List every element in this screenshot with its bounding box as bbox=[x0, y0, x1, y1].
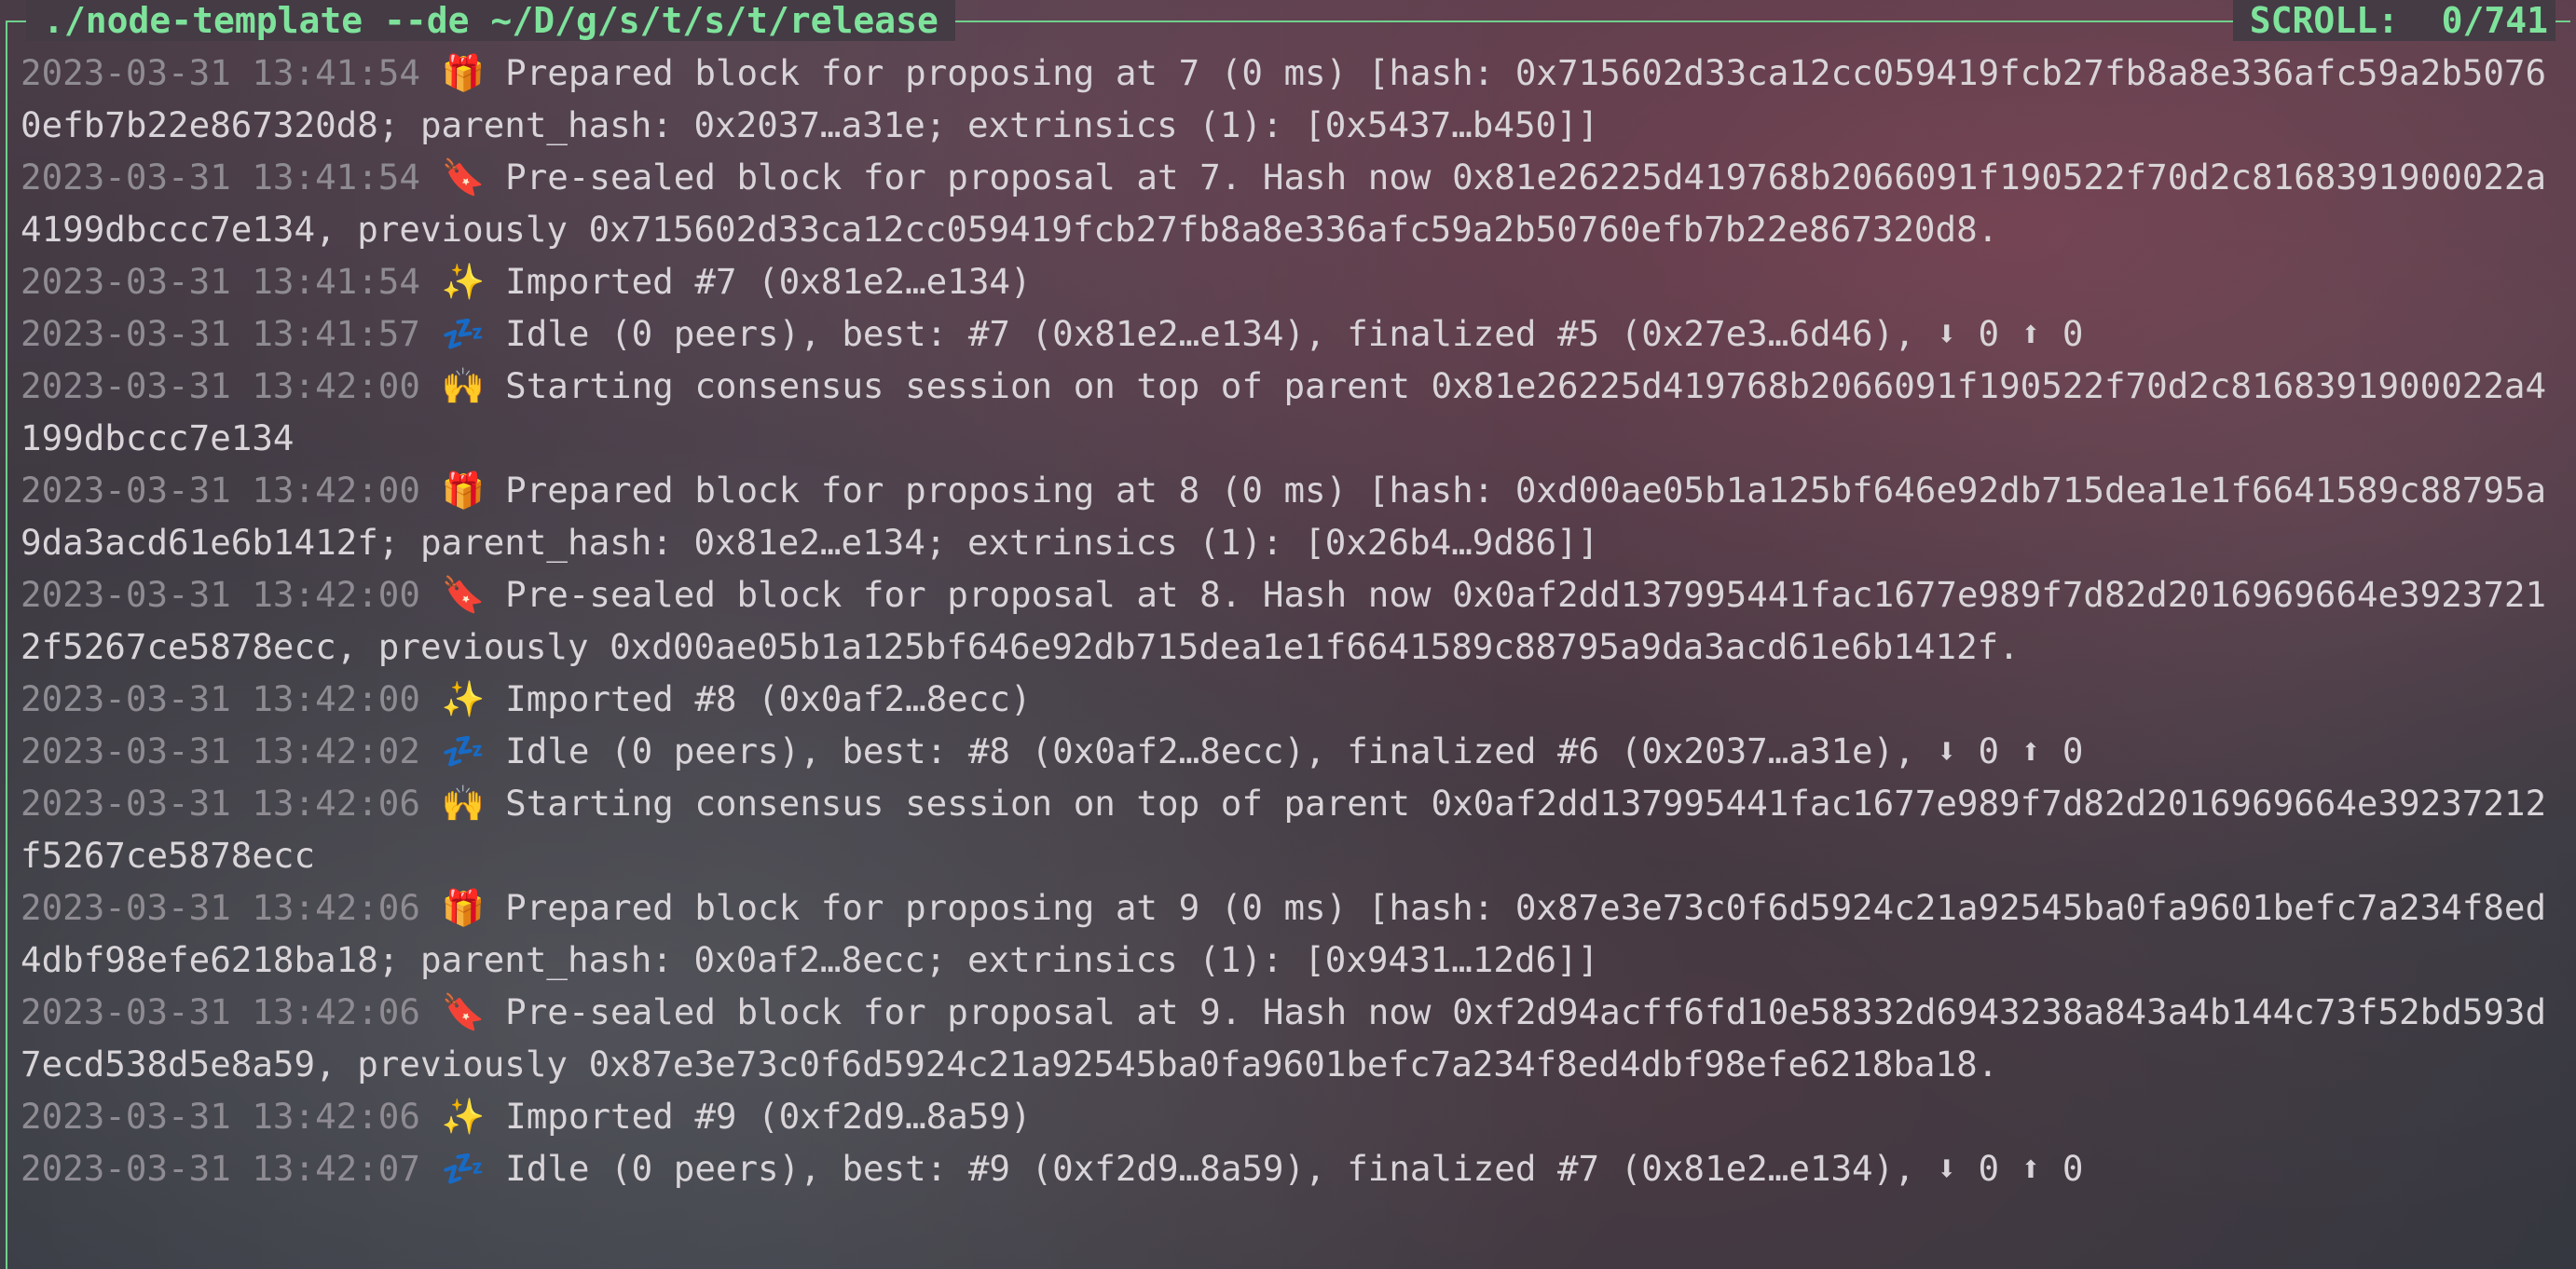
zzz-icon: 💤 bbox=[441, 730, 486, 771]
log-line: 2023-03-31 13:41:54 ✨ Imported #7 (0x81e… bbox=[21, 255, 2565, 307]
log-message: Imported #8 (0x0af2…8ecc) bbox=[505, 678, 1032, 719]
log-line: 2023-03-31 13:42:06 🙌 Starting consensus… bbox=[21, 777, 2565, 881]
log-line: 2023-03-31 13:42:06 ✨ Imported #9 (0xf2d… bbox=[21, 1090, 2565, 1142]
log-timestamp: 2023-03-31 13:42:06 bbox=[21, 887, 420, 928]
gift-icon: 🎁 bbox=[441, 887, 486, 928]
gift-icon: 🎁 bbox=[441, 470, 486, 511]
log-line: 2023-03-31 13:42:07 💤 Idle (0 peers), be… bbox=[21, 1142, 2565, 1194]
log-timestamp: 2023-03-31 13:42:02 bbox=[21, 730, 420, 771]
log-timestamp: 2023-03-31 13:42:07 bbox=[21, 1148, 420, 1189]
log-timestamp: 2023-03-31 13:41:57 bbox=[21, 313, 420, 354]
log-line: 2023-03-31 13:42:06 🎁 Prepared block for… bbox=[21, 881, 2565, 986]
log-timestamp: 2023-03-31 13:42:00 bbox=[21, 678, 420, 719]
log-timestamp: 2023-03-31 13:41:54 bbox=[21, 157, 420, 198]
log-line: 2023-03-31 13:42:00 🙌 Starting consensus… bbox=[21, 360, 2565, 464]
log-timestamp: 2023-03-31 13:42:00 bbox=[21, 365, 420, 406]
log-timestamp: 2023-03-31 13:42:06 bbox=[21, 783, 420, 824]
raised-hands-icon: 🙌 bbox=[441, 365, 486, 406]
log-timestamp: 2023-03-31 13:42:06 bbox=[21, 1096, 420, 1137]
gift-icon: 🎁 bbox=[441, 52, 486, 93]
log-timestamp: 2023-03-31 13:41:54 bbox=[21, 261, 420, 302]
stamp-icon: 🔖 bbox=[441, 157, 486, 198]
raised-hands-icon: 🙌 bbox=[441, 783, 486, 824]
zzz-icon: 💤 bbox=[441, 313, 486, 354]
log-timestamp: 2023-03-31 13:42:00 bbox=[21, 574, 420, 615]
log-timestamp: 2023-03-31 13:42:00 bbox=[21, 470, 420, 511]
log-line: 2023-03-31 13:42:02 💤 Idle (0 peers), be… bbox=[21, 725, 2565, 777]
log-timestamp: 2023-03-31 13:41:54 bbox=[21, 52, 420, 93]
sparkles-icon: ✨ bbox=[441, 678, 486, 719]
log-output[interactable]: 2023-03-31 13:41:54 🎁 Prepared block for… bbox=[21, 47, 2565, 1194]
sparkles-icon: ✨ bbox=[441, 1096, 486, 1137]
log-message: Idle (0 peers), best: #7 (0x81e2…e134), … bbox=[505, 313, 2084, 354]
log-line: 2023-03-31 13:41:54 🎁 Prepared block for… bbox=[21, 47, 2565, 151]
log-message: Idle (0 peers), best: #8 (0x0af2…8ecc), … bbox=[505, 730, 2084, 771]
sparkles-icon: ✨ bbox=[441, 261, 486, 302]
log-timestamp: 2023-03-31 13:42:06 bbox=[21, 991, 420, 1032]
log-line: 2023-03-31 13:41:57 💤 Idle (0 peers), be… bbox=[21, 307, 2565, 360]
log-message: Imported #7 (0x81e2…e134) bbox=[505, 261, 1032, 302]
log-message: Idle (0 peers), best: #9 (0xf2d9…8a59), … bbox=[505, 1148, 2084, 1189]
pane-title: ./node-template --de ~/D/g/s/t/s/t/relea… bbox=[26, 0, 955, 41]
log-line: 2023-03-31 13:42:00 🎁 Prepared block for… bbox=[21, 464, 2565, 568]
log-line: 2023-03-31 13:42:00 🔖 Pre-sealed block f… bbox=[21, 568, 2565, 673]
log-message: Imported #9 (0xf2d9…8a59) bbox=[505, 1096, 1032, 1137]
log-line: 2023-03-31 13:42:06 🔖 Pre-sealed block f… bbox=[21, 986, 2565, 1090]
stamp-icon: 🔖 bbox=[441, 574, 486, 615]
zzz-icon: 💤 bbox=[441, 1148, 486, 1189]
scroll-position: 0/741 bbox=[2441, 0, 2548, 41]
log-line: 2023-03-31 13:42:00 ✨ Imported #8 (0x0af… bbox=[21, 673, 2565, 725]
scroll-label: SCROLL: bbox=[2249, 0, 2399, 41]
scroll-indicator: SCROLL: 0/741 bbox=[2232, 0, 2555, 41]
stamp-icon: 🔖 bbox=[441, 991, 486, 1032]
log-line: 2023-03-31 13:41:54 🔖 Pre-sealed block f… bbox=[21, 151, 2565, 255]
